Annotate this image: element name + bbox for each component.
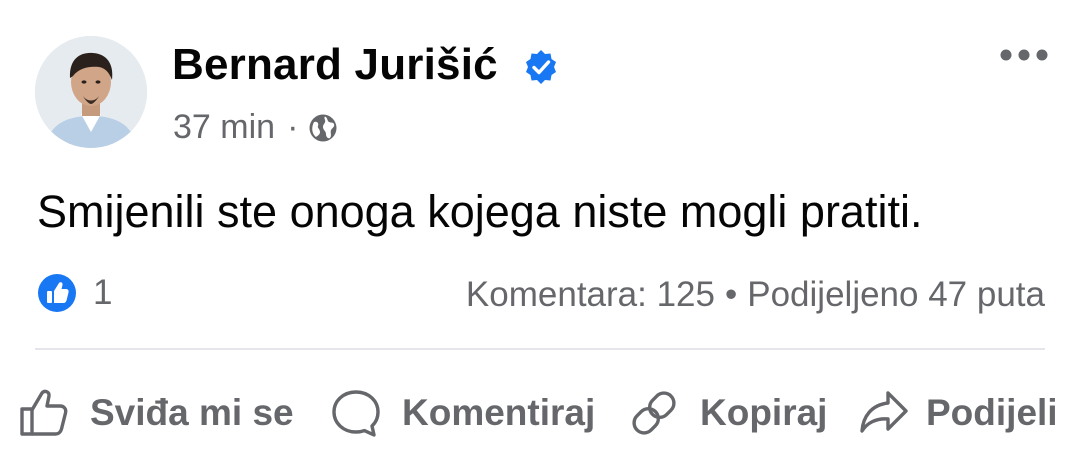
comment-icon	[332, 390, 380, 437]
share-icon	[860, 391, 908, 433]
reaction-count: 1	[93, 273, 113, 312]
share-label: Podijeli	[926, 392, 1058, 433]
like-button[interactable]: Sviđa mi se	[18, 380, 294, 446]
like-label: Sviđa mi se	[90, 392, 294, 433]
avatar-photo	[35, 36, 147, 148]
like-icon	[38, 274, 76, 312]
post-card: Bernard Jurišić 37 min · Smijenili ste o…	[0, 0, 1075, 466]
comments-count[interactable]: Komentara: 125	[466, 275, 715, 314]
stats-separator: •	[724, 275, 738, 314]
avatar[interactable]	[35, 36, 147, 148]
comment-button[interactable]: Komentiraj	[330, 380, 595, 446]
shares-count[interactable]: Podijeljeno 47 puta	[747, 275, 1045, 314]
copy-label: Kopiraj	[700, 392, 828, 433]
post-actions: Sviđa mi se Komentiraj Kopiraj Podijeli	[0, 380, 1075, 450]
copy-link-button[interactable]: Kopiraj	[628, 380, 827, 446]
thumbs-up-icon	[20, 389, 68, 436]
link-icon	[632, 391, 676, 435]
comment-label: Komentiraj	[402, 392, 596, 433]
divider	[35, 348, 1045, 350]
share-button[interactable]: Podijeli	[858, 380, 1058, 446]
post-time[interactable]: 37 min	[173, 108, 275, 147]
post-stats: Komentara: 125 • Podijeljeno 47 puta	[466, 275, 1045, 315]
post-text: Smijenili ste onoga kojega niste mogli p…	[37, 186, 923, 237]
verified-badge-icon	[526, 50, 556, 84]
post-meta: 37 min ·	[173, 108, 338, 147]
reactions-summary[interactable]: 1	[37, 273, 112, 313]
author-name[interactable]: Bernard Jurišić	[172, 40, 498, 90]
globe-icon[interactable]	[308, 113, 338, 143]
meta-separator: ·	[287, 108, 299, 146]
more-options-icon[interactable]	[999, 45, 1049, 65]
